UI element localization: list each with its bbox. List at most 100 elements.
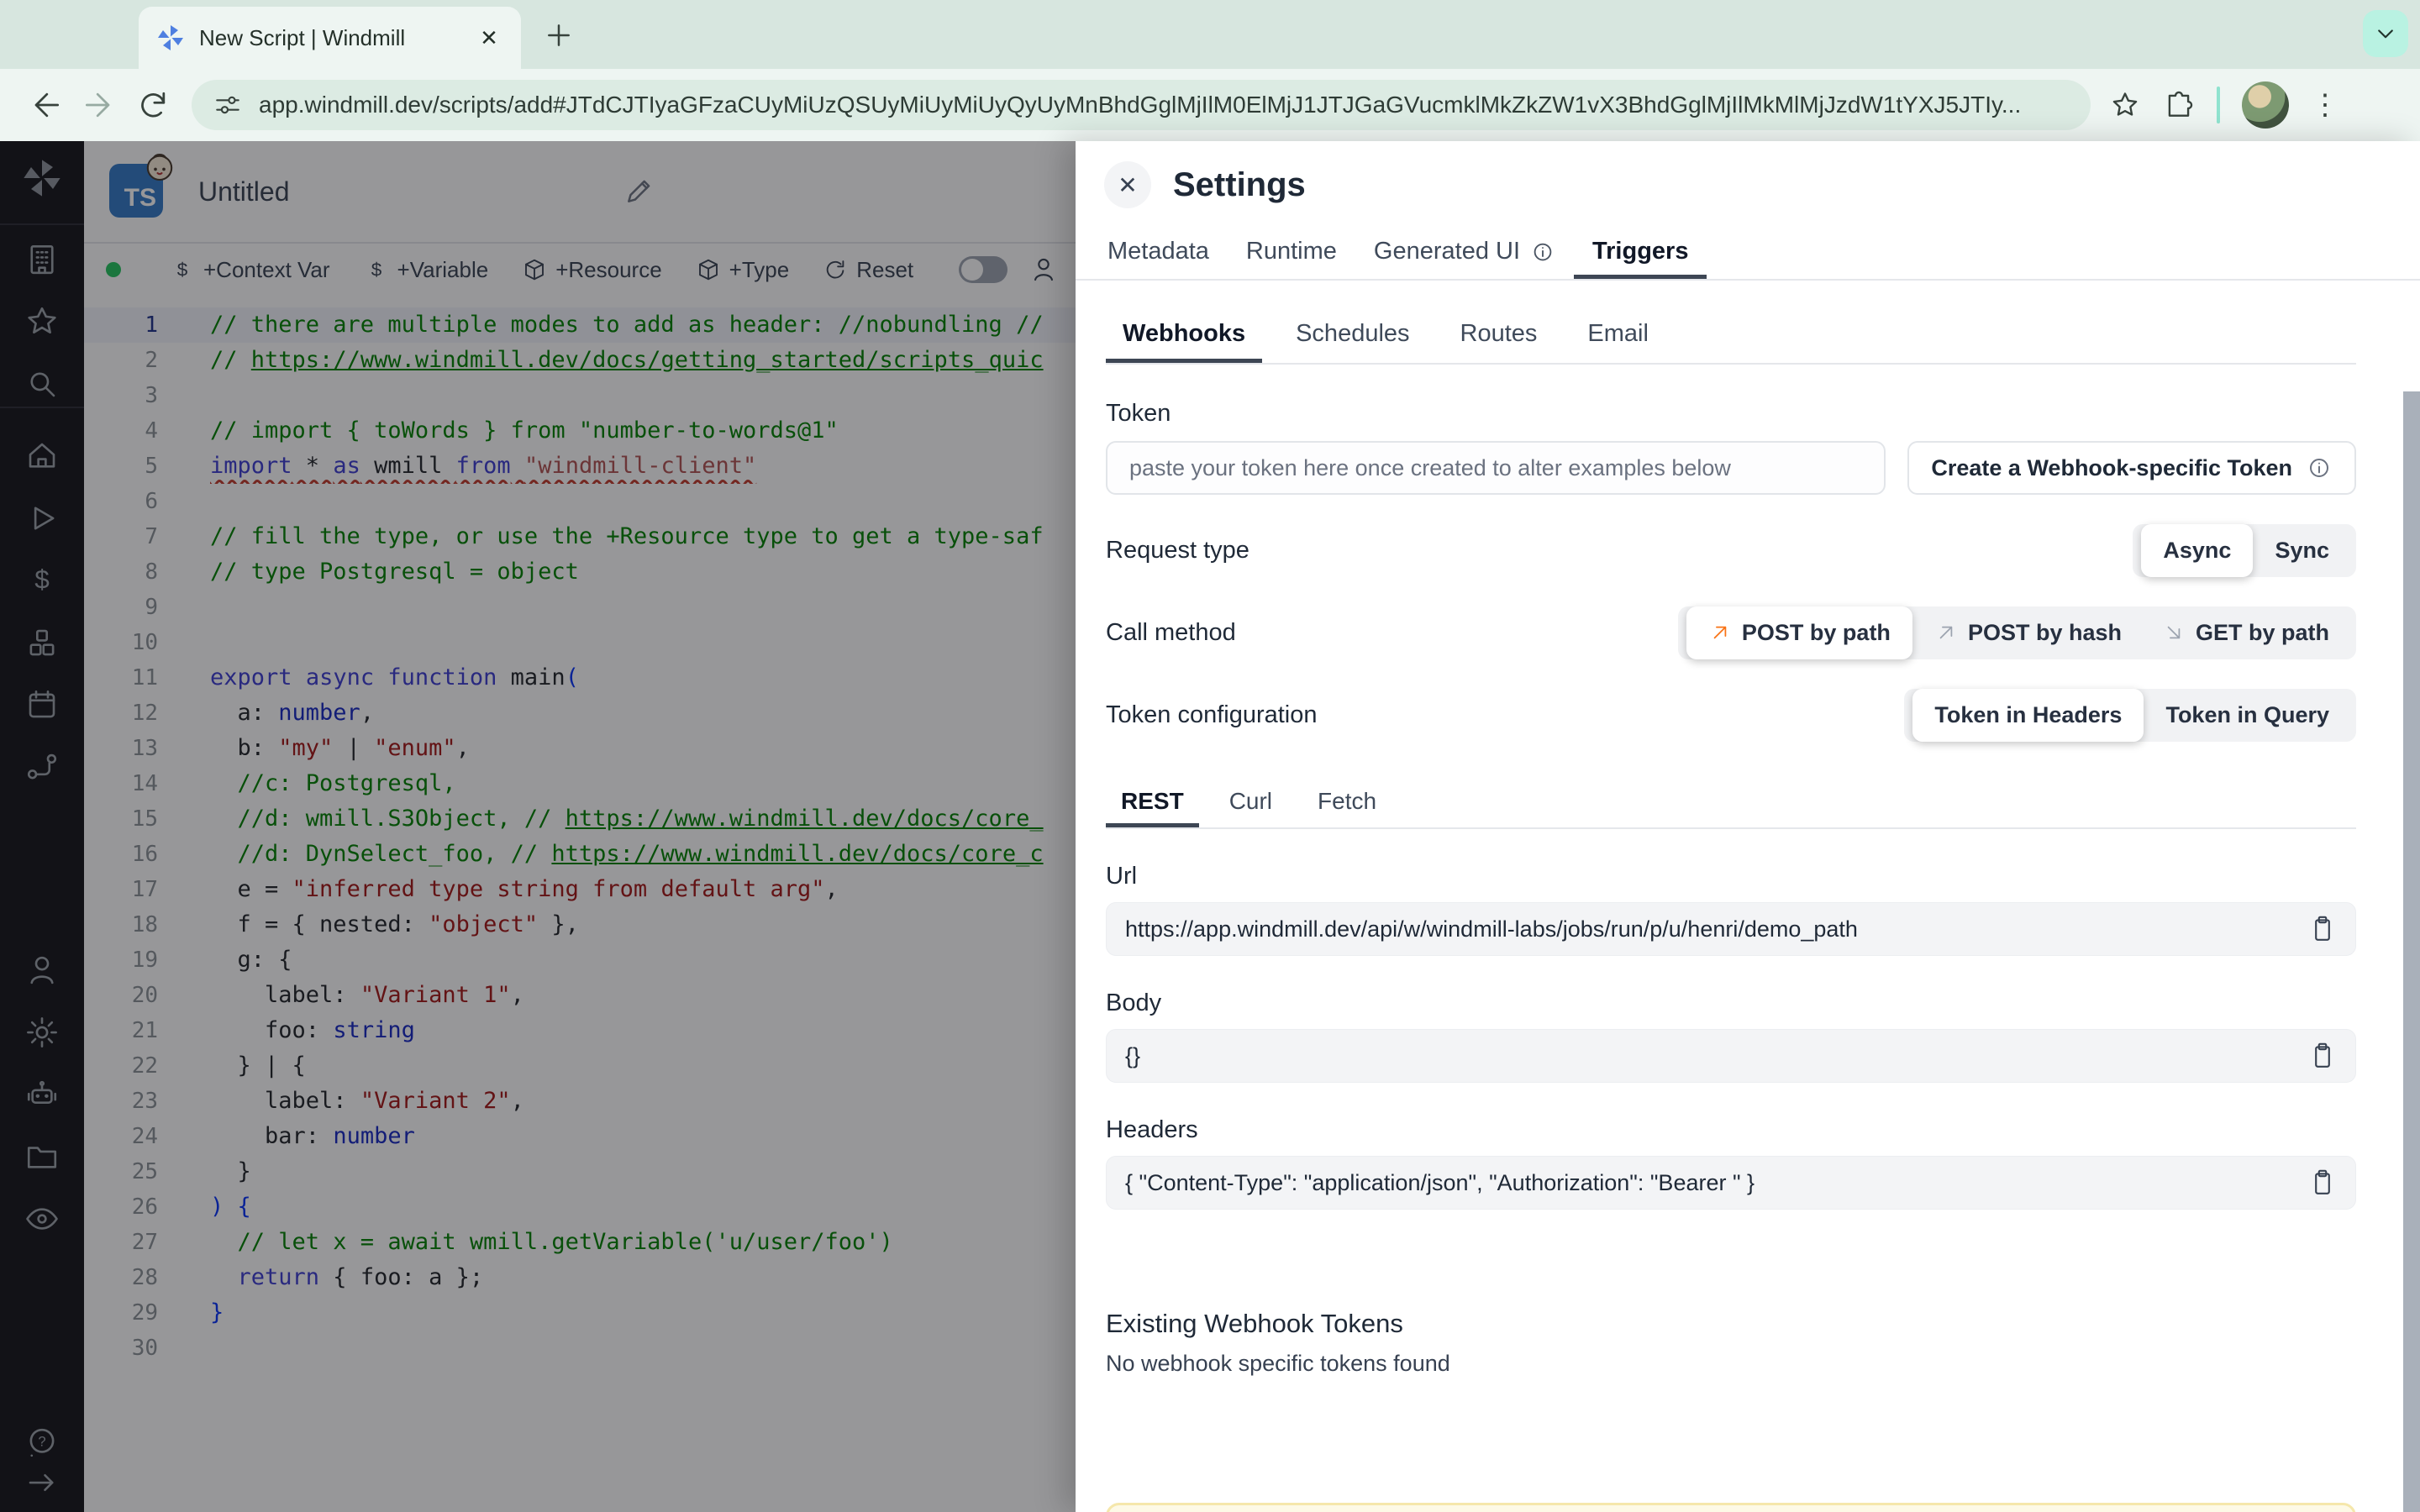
tab-webhooks[interactable]: Webhooks [1106, 309, 1263, 363]
tab-label: Webhooks [1123, 320, 1246, 347]
trigger-tabs: Webhooks Schedules Routes Email [1106, 309, 2356, 365]
tab-schedules[interactable]: Schedules [1279, 309, 1426, 363]
existing-tokens-title: Existing Webhook Tokens [1106, 1309, 1403, 1338]
clipboard-icon [2308, 1042, 2337, 1070]
site-settings-icon[interactable] [213, 91, 242, 119]
bookmark-star-icon[interactable] [2109, 89, 2141, 121]
headers-label: Headers [1106, 1116, 1198, 1143]
option-get-by-path[interactable]: GET by path [2142, 612, 2349, 654]
call-method-label: Call method [1106, 618, 1236, 646]
option-post-by-hash[interactable]: POST by hash [1914, 612, 2142, 654]
arrow-up-right-icon [1708, 621, 1732, 644]
forward-button[interactable] [81, 87, 118, 123]
tab-generated-ui[interactable]: Generated UI [1355, 228, 1574, 279]
screen: New Script | Windmill ✕ app.windmill.dev… [0, 0, 2420, 1512]
copy-headers-button[interactable] [2308, 1168, 2337, 1197]
settings-header: ✕ Settings [1076, 141, 2420, 228]
tab-label: Routes [1460, 320, 1538, 347]
browser-menu-icon[interactable]: ⋮ [2311, 91, 2339, 119]
tab-label: Metadata [1107, 238, 1209, 265]
url-label: Url [1106, 863, 1138, 890]
clipboard-icon [2308, 1168, 2337, 1197]
tab-label: Fetch [1318, 787, 1377, 814]
token-config-row: Token configuration Token in Headers Toke… [1106, 688, 2356, 742]
option-async[interactable]: Async [2141, 523, 2254, 577]
tab-fetch[interactable]: Fetch [1302, 779, 1392, 827]
tab-routes[interactable]: Routes [1444, 309, 1555, 363]
option-label: Async [2163, 537, 2232, 563]
tab-runtime[interactable]: Runtime [1228, 228, 1355, 279]
chrome-chevron-button[interactable] [2363, 10, 2408, 57]
toolbar-separator [2217, 87, 2220, 123]
tab-metadata[interactable]: Metadata [1089, 228, 1228, 279]
arrow-up-right-icon [1934, 621, 1958, 644]
option-label: Sync [2275, 537, 2329, 563]
token-row: Create a Webhook-specific Token [1106, 441, 2356, 495]
create-webhook-token-label: Create a Webhook-specific Token [1931, 454, 2292, 480]
reload-button[interactable] [134, 87, 171, 123]
webhook-fields: Url https://app.windmill.dev/api/w/windmi… [1106, 863, 2356, 1210]
token-input[interactable] [1106, 441, 1886, 495]
tab-strip: New Script | Windmill ✕ [0, 0, 2420, 69]
tab-curl[interactable]: Curl [1214, 779, 1287, 827]
body-field[interactable]: {} [1106, 1029, 2356, 1083]
request-type-segmented: Async Sync [2133, 523, 2356, 577]
profile-avatar[interactable] [2242, 81, 2289, 129]
option-token-in-query[interactable]: Token in Query [2145, 694, 2349, 737]
tab-email[interactable]: Email [1570, 309, 1665, 363]
tab-triggers[interactable]: Triggers [1574, 228, 1707, 279]
back-button[interactable] [27, 87, 64, 123]
modal-dim-overlay[interactable] [0, 141, 1076, 1512]
close-icon[interactable]: ✕ [1104, 161, 1151, 208]
app-shell: $ ? TS Untitled $ +Context Var $ +Variable +… [0, 141, 2420, 1512]
info-icon [2306, 454, 2333, 481]
call-method-row: Call method POST by path POST by hash GET … [1106, 606, 2356, 659]
option-label: POST by path [1741, 619, 1891, 645]
tab-label: Email [1587, 320, 1649, 347]
browser-tab[interactable]: New Script | Windmill ✕ [139, 7, 521, 69]
url-text: app.windmill.dev/scripts/add#JTdCJTIyaGF… [259, 92, 2022, 118]
chevron-down-icon [2371, 19, 2400, 48]
tab-label: Runtime [1245, 238, 1337, 265]
tab-title: New Script | Windmill [199, 24, 406, 50]
tab-close-icon[interactable]: ✕ [474, 23, 504, 53]
tab-label: Generated UI [1373, 238, 1521, 265]
browser-toolbar: app.windmill.dev/scripts/add#JTdCJTIyaGF… [0, 69, 2420, 141]
option-post-by-path[interactable]: POST by path [1686, 606, 1912, 659]
call-method-segmented: POST by path POST by hash GET by path [1677, 606, 2356, 659]
snippet-tabs: REST Curl Fetch [1106, 779, 2356, 829]
headers-value: { "Content-Type": "application/json", "A… [1125, 1169, 1755, 1195]
settings-title: Settings [1173, 165, 1306, 203]
url-value: https://app.windmill.dev/api/w/windmill-… [1125, 916, 1858, 942]
chrome-actions: ⋮ [2109, 81, 2339, 129]
extensions-puzzle-icon[interactable] [2163, 89, 2195, 121]
copy-url-button[interactable] [2308, 915, 2337, 943]
url-field[interactable]: https://app.windmill.dev/api/w/windmill-… [1106, 902, 2356, 956]
create-webhook-token-button[interactable]: Create a Webhook-specific Token [1907, 441, 2356, 495]
settings-tabs: Metadata Runtime Generated UI Triggers [1076, 228, 2420, 281]
body-label: Body [1106, 990, 1162, 1016]
existing-tokens-empty: No webhook specific tokens found [1106, 1351, 1450, 1376]
url-bar[interactable]: app.windmill.dev/scripts/add#JTdCJTIyaGF… [192, 80, 2091, 130]
option-label: POST by hash [1967, 619, 2122, 645]
tab-label: Schedules [1296, 320, 1410, 347]
token-label: Token [1106, 400, 1171, 427]
request-type-label: Request type [1106, 536, 1249, 564]
request-type-row: Request type Async Sync [1106, 523, 2356, 577]
browser-chrome: New Script | Windmill ✕ app.windmill.dev… [0, 0, 2420, 141]
clipboard-icon [2308, 915, 2337, 943]
tab-label: Curl [1228, 787, 1273, 814]
option-sync[interactable]: Sync [2254, 529, 2349, 572]
settings-body: Webhooks Schedules Routes Email Token Creat… [1076, 281, 2420, 1512]
copy-body-button[interactable] [2308, 1042, 2337, 1070]
headers-field[interactable]: { "Content-Type": "application/json", "A… [1106, 1156, 2356, 1210]
drawer-scrollbar[interactable] [2403, 391, 2420, 1512]
windmill-favicon-icon [155, 23, 186, 53]
option-label: GET by path [2195, 619, 2329, 645]
token-config-label: Token configuration [1106, 701, 1318, 728]
token-config-segmented: Token in Headers Token in Query [1904, 688, 2356, 742]
tab-rest[interactable]: REST [1106, 779, 1199, 827]
option-label: Token in Headers [1934, 701, 2123, 727]
new-tab-button[interactable] [542, 18, 576, 52]
option-token-in-headers[interactable]: Token in Headers [1912, 688, 2144, 742]
